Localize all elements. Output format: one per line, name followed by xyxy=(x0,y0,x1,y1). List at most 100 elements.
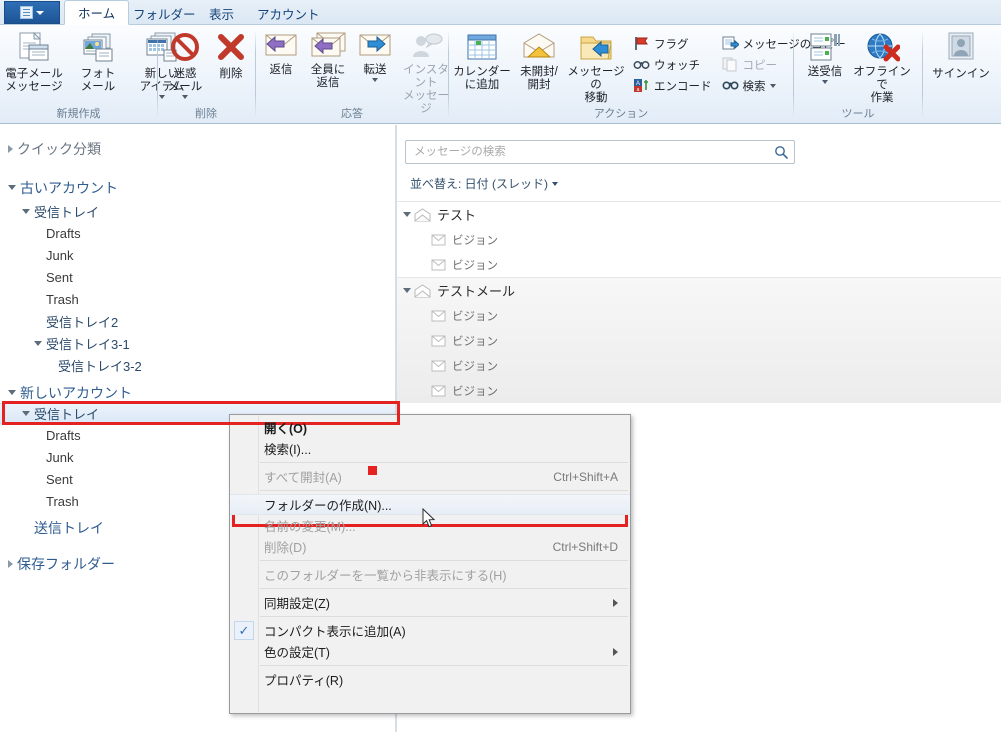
search-icon[interactable] xyxy=(774,145,788,159)
search-input[interactable] xyxy=(412,145,774,159)
chevron-down-icon xyxy=(552,181,558,186)
ribbon-button-junk-mail[interactable]: 迷惑 メール xyxy=(162,27,208,101)
sidebar-item-old-inbox-label: 受信トレイ xyxy=(34,205,100,220)
new-email-icon xyxy=(19,31,49,61)
context-menu-item-add-to-compact-view[interactable]: ✓ コンパクト表示に追加(A) xyxy=(230,620,630,641)
context-menu-separator xyxy=(260,490,628,491)
chevron-down-icon[interactable] xyxy=(34,341,42,346)
svg-text:a: a xyxy=(637,87,640,93)
ribbon-button-add-to-calendar[interactable]: カレンダー に追加 xyxy=(451,27,513,101)
ribbon-button-move-message-label: メッセージの 移動 xyxy=(567,66,625,104)
junk-mail-icon xyxy=(171,33,199,61)
message-list-item[interactable]: ビジョン xyxy=(397,353,1001,378)
sidebar-account-new[interactable]: 新しいアカウント xyxy=(0,382,395,403)
chevron-down-icon[interactable] xyxy=(403,288,411,293)
ribbon-group-new: 電子メール メッセージ フォト メール 新しい アイテム 新規作成 xyxy=(0,25,184,124)
context-menu-item-color-settings[interactable]: 色の設定(T) xyxy=(230,641,630,662)
envelope-icon xyxy=(431,310,446,321)
ribbon-button-work-offline[interactable]: オフラインで 作業 xyxy=(852,27,912,105)
sidebar-item-old-sent[interactable]: Sent xyxy=(26,267,395,288)
context-menu-item-find-label: 検索(I)... xyxy=(264,443,312,457)
ribbon-button-send-receive[interactable]: 送受信 xyxy=(798,27,852,101)
tab-folder-label: フォルダー xyxy=(133,7,196,22)
chevron-down-icon[interactable] xyxy=(8,185,16,190)
chevron-down-icon[interactable] xyxy=(22,411,30,416)
sidebar-item-inbox3-2[interactable]: 受信トレイ3-2 xyxy=(38,355,395,376)
context-menu-item-mark-all-read-shortcut: Ctrl+Shift+A xyxy=(553,469,618,484)
sidebar-item-quick-views[interactable]: クイック分類 xyxy=(0,138,395,159)
watch-icon xyxy=(633,61,650,69)
search-messages-box[interactable] xyxy=(405,140,795,164)
context-menu-item-delete[interactable]: 削除(D) Ctrl+Shift+D xyxy=(230,536,630,557)
ribbon-button-watch[interactable]: ウォッチ xyxy=(633,54,712,75)
sidebar-item-inbox2[interactable]: 受信トレイ2 xyxy=(26,311,395,332)
message-list-item[interactable]: ビジョン xyxy=(397,303,1001,328)
photo-mail-icon xyxy=(83,33,113,62)
envelope-icon xyxy=(431,259,446,270)
mouse-cursor-icon xyxy=(422,508,436,528)
ribbon-button-unread-read[interactable]: 未開封/ 開封 xyxy=(513,27,565,101)
tab-account[interactable]: アカウント xyxy=(244,1,333,25)
ribbon-button-instant-message[interactable]: インスタント メッセージ xyxy=(398,27,454,116)
context-menu-item-sync-settings[interactable]: 同期設定(Z) xyxy=(230,592,630,613)
sidebar-account-old[interactable]: 古いアカウント xyxy=(0,177,395,198)
ribbon-button-forward-label: 転送 xyxy=(363,64,387,76)
sidebar-item-old-inbox[interactable]: 受信トレイ xyxy=(14,201,395,222)
sidebar-item-old-drafts[interactable]: Drafts xyxy=(26,223,395,244)
instant-message-icon xyxy=(413,33,443,57)
message-list-item[interactable]: ビジョン xyxy=(397,252,1001,277)
ribbon-button-move-message[interactable]: メッセージの 移動 xyxy=(565,27,627,105)
chevron-right-icon[interactable] xyxy=(8,144,13,153)
message-list: テスト ビジョン ビジョン テストメール ビジョン ビジョン ビジョン ビジョン xyxy=(397,201,1001,403)
sidebar-item-old-junk[interactable]: Junk xyxy=(26,245,395,266)
context-menu-item-properties[interactable]: プロパティ(R) xyxy=(230,669,630,690)
ribbon-tab-strip: ホーム フォルダー 表示 アカウント xyxy=(0,0,1001,25)
folder-context-menu[interactable]: 開く(O) 検索(I)... すべて開封(A) Ctrl+Shift+A フォル… xyxy=(229,414,631,714)
message-thread-header[interactable]: テストメール xyxy=(397,278,1001,303)
chevron-down-icon[interactable] xyxy=(403,212,411,217)
application-menu-button[interactable] xyxy=(4,1,60,24)
chevron-right-icon[interactable] xyxy=(8,559,13,568)
move-message-icon xyxy=(580,36,612,60)
sidebar-item-old-trash[interactable]: Trash xyxy=(26,289,395,310)
ribbon-group-respond: 返信 全員に 返信 転送 インスタント メッセージ 応答 xyxy=(256,25,449,124)
encode-icon: A a xyxy=(634,79,648,93)
message-subject: ビジョン xyxy=(452,259,498,272)
sort-order-selector[interactable]: 並べ替え: 日付 (スレッド) xyxy=(410,175,558,192)
context-menu-item-hide-folder[interactable]: このフォルダーを一覧から非表示にする(H) xyxy=(230,564,630,585)
ribbon-group-new-label: 新規作成 xyxy=(56,108,101,120)
ribbon-button-email-message-label: 電子メール メッセージ xyxy=(5,68,63,93)
sidebar-item-inbox3-2-label: 受信トレイ3-2 xyxy=(58,359,142,374)
ribbon-button-send-receive-label: 送受信 xyxy=(807,66,843,78)
ribbon-button-email-message[interactable]: 電子メール メッセージ xyxy=(2,27,66,101)
ribbon-button-reply-all[interactable]: 全員に 返信 xyxy=(304,27,352,101)
ribbon-button-encode[interactable]: A a エンコード xyxy=(633,75,712,96)
message-subject: テスト xyxy=(437,208,477,223)
message-list-item[interactable]: ビジョン xyxy=(397,227,1001,252)
ribbon-button-photo-mail[interactable]: フォト メール xyxy=(66,27,130,101)
ribbon-button-sign-in[interactable]: サインイン xyxy=(929,27,993,101)
document-menu-icon xyxy=(20,6,33,19)
ribbon-button-delete[interactable]: 削除 xyxy=(208,27,254,101)
ribbon: 電子メール メッセージ フォト メール 新しい アイテム 新規作成 迷惑 メール… xyxy=(0,25,1001,124)
sidebar-item-outbox-label: 送信トレイ xyxy=(34,519,104,536)
message-thread-header[interactable]: テスト xyxy=(397,202,1001,227)
tab-view[interactable]: 表示 xyxy=(196,1,247,25)
forward-icon xyxy=(359,34,391,56)
message-subject: ビジョン xyxy=(452,335,498,348)
context-menu-item-mark-all-read[interactable]: すべて開封(A) Ctrl+Shift+A xyxy=(230,466,630,487)
context-menu-item-find[interactable]: 検索(I)... xyxy=(230,438,630,459)
context-menu-item-create-folder-label: フォルダーの作成(N)... xyxy=(264,499,392,513)
sidebar-item-old-junk-label: Junk xyxy=(46,248,74,263)
ribbon-button-reply[interactable]: 返信 xyxy=(258,27,304,101)
ribbon-button-flag[interactable]: フラグ xyxy=(633,33,712,54)
ribbon-button-forward[interactable]: 転送 xyxy=(352,27,398,101)
message-list-item[interactable]: ビジョン xyxy=(397,328,1001,353)
message-list-item[interactable]: ビジョン xyxy=(397,378,1001,403)
context-menu-item-open[interactable]: 開く(O) xyxy=(230,417,630,438)
ribbon-button-junk-mail-label: 迷惑 メール xyxy=(167,68,203,93)
chevron-down-icon[interactable] xyxy=(8,390,16,395)
sidebar-item-inbox3-1[interactable]: 受信トレイ3-1 xyxy=(26,333,395,354)
chevron-down-icon[interactable] xyxy=(22,209,30,214)
ribbon-group-tools-label: ツール xyxy=(841,108,875,120)
